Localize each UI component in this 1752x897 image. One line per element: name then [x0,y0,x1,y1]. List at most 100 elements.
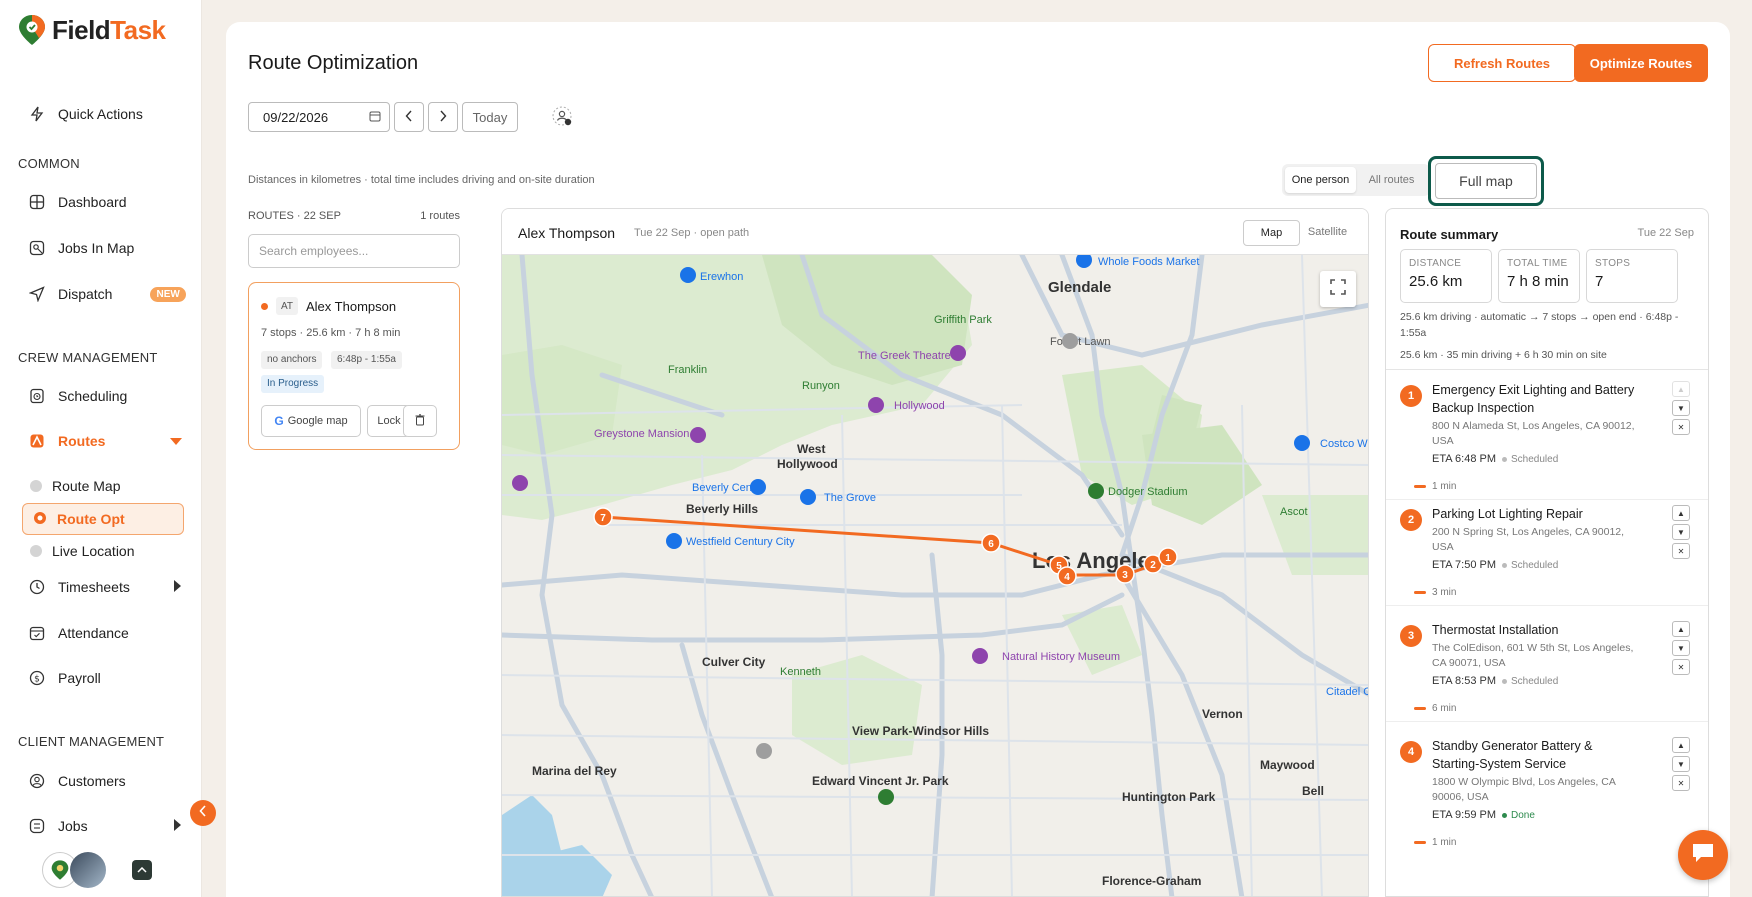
sidebar-item-timesheets[interactable]: Timesheets [28,578,182,596]
stop-marker-4[interactable]: 4 [1057,566,1077,586]
move-up-button[interactable]: ▲ [1672,505,1690,521]
fieldtask-logo-icon [19,15,45,45]
routes-list-header: ROUTES · 22 SEP 1 routes [248,210,460,222]
move-up-button[interactable]: ▲ [1672,737,1690,753]
logo[interactable]: FieldTask [18,14,166,46]
stop-eta: ETA 9:59 PM Done [1432,809,1535,821]
dot-icon [30,480,42,492]
calendar-clock-icon [28,387,46,405]
move-down-button[interactable]: ▼ [1672,756,1690,772]
stop-title: Emergency Exit Lighting and Battery Back… [1432,383,1635,415]
map-subtitle: Tue 22 Sep · open path [634,227,750,239]
svg-text:7: 7 [600,513,606,524]
all-routes-tab[interactable]: All routes [1356,167,1427,193]
sidebar-subitem-route-map[interactable]: Route Map [30,478,120,494]
move-down-button[interactable]: ▼ [1672,524,1690,540]
user-settings-icon[interactable] [552,106,574,128]
sidebar-item-label: Dashboard [58,194,127,210]
stop-marker-3[interactable]: 3 [1115,564,1135,584]
sidebar-item-dispatch[interactable]: Dispatch NEW [28,285,186,303]
map-label-marina: Marina del Rey [532,764,617,778]
stat-label: DISTANCE [1409,258,1462,269]
map-label-glendale: Glendale [1048,279,1111,296]
sidebar-item-attendance[interactable]: Attendance [28,624,129,642]
avatar[interactable] [70,852,106,888]
sidebar-item-jobs[interactable]: Jobs [28,817,182,835]
chevron-up-icon[interactable] [132,860,152,880]
sidebar-item-payroll[interactable]: $ Payroll [28,669,101,687]
stop-marker-1[interactable]: 1 [1158,547,1178,567]
map-employee-name: Alex Thompson [518,225,616,241]
move-up-button[interactable]: ▲ [1672,621,1690,637]
remove-stop-button[interactable]: ✕ [1672,659,1690,675]
view-mode-toggle: One person All routes [1282,164,1430,196]
poi-label-runyon: Runyon [802,380,840,392]
today-button[interactable]: Today [462,102,518,132]
sidebar: FieldTask Quick Actions COMMON Dashboard… [0,0,202,897]
remove-stop-button[interactable]: ✕ [1672,419,1690,435]
fullscreen-button[interactable] [1320,271,1356,307]
search-employees-input[interactable]: Search employees... [248,234,460,268]
status-badge: In Progress [261,375,325,393]
map-label-bell: Bell [1302,784,1324,798]
sidebar-item-scheduling[interactable]: Scheduling [28,387,127,405]
chat-support-button[interactable] [1678,830,1728,880]
remove-stop-button[interactable]: ✕ [1672,543,1690,559]
sidebar-subitem-live-location[interactable]: Live Location [30,543,135,559]
stat-stops: STOPS 7 [1586,249,1678,303]
remove-stop-button[interactable]: ✕ [1672,775,1690,791]
eta-text: ETA 8:53 PM [1432,675,1496,687]
collapse-sidebar-button[interactable] [190,800,216,826]
sidebar-item-label: Scheduling [58,388,128,404]
svg-text:1: 1 [1165,553,1171,564]
stop-marker-6[interactable]: 6 [981,533,1001,553]
sidebar-item-customers[interactable]: Customers [28,772,126,790]
leg-bar [1414,485,1426,488]
refresh-routes-button[interactable]: Refresh Routes [1428,44,1576,82]
route-card[interactable]: AT Alex Thompson 7 stops · 25.6 km · 7 h… [248,282,460,450]
optimize-routes-button[interactable]: Optimize Routes [1574,44,1708,82]
divider [1386,369,1708,370]
anchors-chip: no anchors [261,351,323,369]
status-badge: Done [1502,810,1535,821]
satellite-tab[interactable]: Satellite [1300,220,1355,246]
prev-day-button[interactable] [394,102,424,132]
next-day-button[interactable] [428,102,458,132]
delete-button[interactable] [403,405,437,437]
poi-label-franklin: Franklin [668,364,707,376]
date-input[interactable]: 09/22/2026 [248,102,390,132]
status-badge: Scheduled [1502,454,1558,465]
sidebar-item-routes[interactable]: Routes [28,432,182,450]
stat-label: STOPS [1595,258,1631,269]
stop-title: Standby Generator Battery & Starting-Sys… [1432,739,1593,771]
route-summary-panel: Route summary Tue 22 Sep DISTANCE 25.6 k… [1385,208,1709,897]
dot-icon [30,545,42,557]
poi-label-westfield: Westfield Century City [686,536,795,548]
chevron-right-icon[interactable] [174,818,182,834]
sidebar-subitem-route-opt[interactable]: Route Opt [22,503,184,535]
target-icon [33,511,47,528]
move-down-button[interactable]: ▼ [1672,640,1690,656]
calendar-check-icon [28,624,46,642]
route-map[interactable]: Glendale Los Angeles West Hollywood Beve… [502,255,1369,897]
google-map-button[interactable]: G Google map [261,405,361,437]
poi-label-costco: Costco Wh [1320,438,1369,450]
chevron-right-icon[interactable] [174,579,182,595]
chevron-down-icon[interactable] [170,433,182,449]
full-map-button[interactable]: Full map [1428,156,1544,206]
stop-marker-7[interactable]: 7 [593,507,613,527]
map-tab[interactable]: Map [1243,220,1300,246]
sidebar-item-dashboard[interactable]: Dashboard [28,193,127,211]
move-down-button[interactable]: ▼ [1672,400,1690,416]
sidebar-item-quick-actions[interactable]: Quick Actions [28,105,143,123]
google-icon: G [274,414,284,428]
leg-duration: 1 min [1414,837,1456,848]
sidebar-item-jobs-in-map[interactable]: Jobs In Map [28,239,134,257]
move-up-button[interactable]: ▲ [1672,381,1690,397]
trash-icon [415,413,425,429]
one-person-tab[interactable]: One person [1285,167,1356,193]
calendar-icon[interactable] [369,110,381,125]
chevron-left-icon [199,804,207,822]
map-label-vernon: Vernon [1202,707,1243,721]
send-icon [28,285,46,303]
